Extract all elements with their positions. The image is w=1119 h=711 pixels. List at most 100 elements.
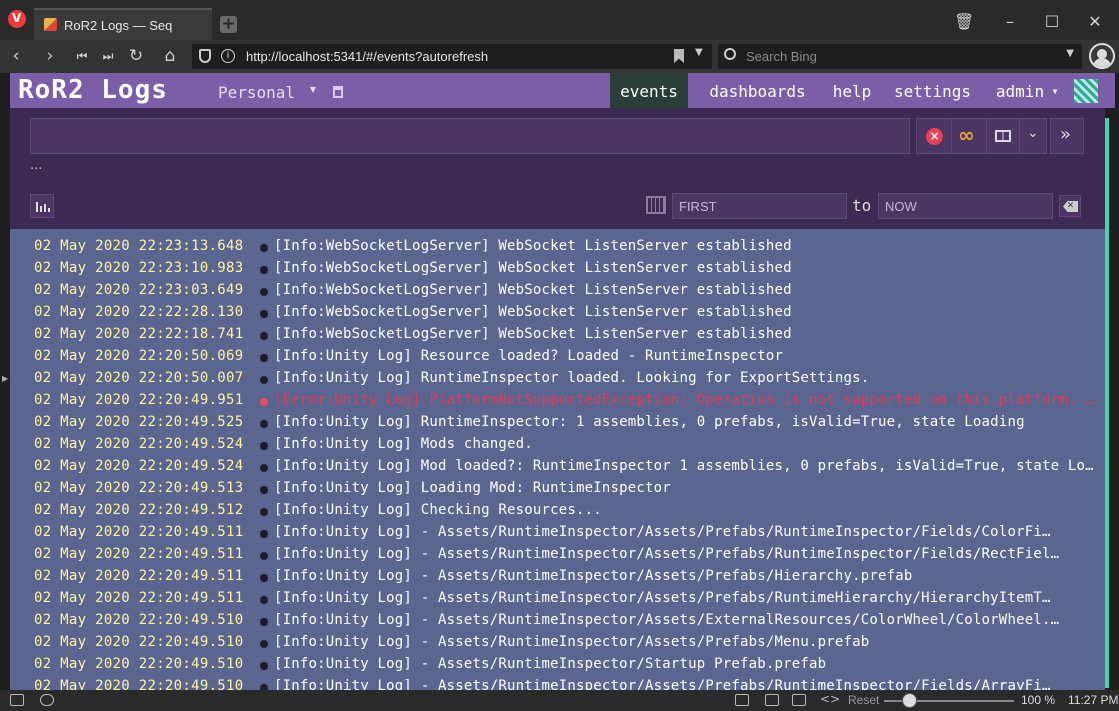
code-icon[interactable]: <> <box>820 692 840 706</box>
event-level-dot-icon <box>260 398 268 406</box>
search-placeholder: Search Bing <box>746 49 817 64</box>
url-field[interactable]: i http://localhost:5341/#/events?autoref… <box>192 44 712 69</box>
forward-button[interactable]: › <box>40 46 60 66</box>
calendar-icon[interactable] <box>646 196 666 214</box>
event-row[interactable]: 02 May 2020 22:20:49.510 [Info:Unity Log]… <box>10 652 1105 674</box>
reload-button[interactable]: ↻ <box>126 46 146 66</box>
pin-icon[interactable] <box>333 86 343 98</box>
clear-range-button[interactable]: ✕ <box>1059 195 1081 217</box>
event-row[interactable]: 02 May 2020 22:20:49.512 [Info:Unity Log]… <box>10 498 1105 520</box>
event-timestamp: 02 May 2020 22:23:10.983 <box>34 260 244 276</box>
chevron-down-icon[interactable]: ▾ <box>310 82 316 96</box>
close-icon: × <box>926 128 943 145</box>
event-level-dot-icon <box>260 662 268 670</box>
event-timestamp: 02 May 2020 22:20:49.524 <box>34 436 244 452</box>
user-avatar[interactable] <box>1074 79 1098 103</box>
event-message: [Info:Unity Log] Checking Resources... <box>274 502 602 518</box>
event-row[interactable]: 02 May 2020 22:20:49.510 [Info:Unity Log]… <box>10 674 1105 690</box>
event-timestamp: 02 May 2020 22:20:50.069 <box>34 348 244 364</box>
camera-icon[interactable] <box>735 694 749 706</box>
profile-avatar-icon[interactable] <box>1089 43 1115 69</box>
event-level-dot-icon <box>260 508 268 516</box>
chevron-down-icon[interactable]: ▼ <box>695 47 703 58</box>
scrollbar[interactable] <box>1105 118 1109 688</box>
event-level-dot-icon <box>260 574 268 582</box>
range-from-input[interactable] <box>672 193 847 219</box>
event-timestamp: 02 May 2020 22:20:49.511 <box>34 546 244 562</box>
nav-admin[interactable]: admin <box>990 73 1050 108</box>
event-message: [Info:Unity Log] - Assets/RuntimeInspect… <box>274 634 870 650</box>
back-button[interactable]: ‹ <box>6 46 26 66</box>
new-tab-button[interactable]: + <box>220 16 237 33</box>
close-window-button[interactable]: ✕ <box>1085 12 1105 32</box>
search-field[interactable]: Search Bing ▼ <box>718 44 1082 69</box>
event-row[interactable]: 02 May 2020 22:20:49.951 [Error:Unity Log… <box>10 388 1105 410</box>
event-row[interactable]: 02 May 2020 22:20:49.525 [Info:Unity Log]… <box>10 410 1105 432</box>
home-button[interactable]: ⌂ <box>160 46 180 66</box>
zoom-slider-handle[interactable] <box>902 693 917 708</box>
window-icon[interactable] <box>765 694 779 706</box>
ellipsis-text[interactable]: ... <box>30 158 42 173</box>
event-row[interactable]: 02 May 2020 22:20:50.069 [Info:Unity Log]… <box>10 344 1105 366</box>
event-row[interactable]: 02 May 2020 22:22:28.130 [Info:WebSocketL… <box>10 300 1105 322</box>
shield-icon[interactable] <box>199 49 211 63</box>
cloud-icon[interactable] <box>40 694 54 706</box>
event-row[interactable]: 02 May 2020 22:23:03.649 [Info:WebSocketL… <box>10 278 1105 300</box>
event-row[interactable]: 02 May 2020 22:20:50.007 [Info:Unity Log]… <box>10 366 1105 388</box>
event-message: [Info:Unity Log] - Assets/RuntimeInspect… <box>274 568 913 584</box>
workspace-selector[interactable]: Personal <box>218 83 295 102</box>
nav-events[interactable]: events <box>610 73 688 108</box>
layout-button[interactable] <box>986 118 1020 154</box>
vivaldi-menu-icon[interactable]: V <box>8 10 26 28</box>
event-row[interactable]: 02 May 2020 22:20:49.513 [Info:Unity Log]… <box>10 476 1105 498</box>
query-input[interactable] <box>30 118 910 154</box>
app-header: RoR2 Logs Personal ▾ events dashboards h… <box>10 73 1115 108</box>
event-row[interactable]: 02 May 2020 22:23:10.983 [Info:WebSocketL… <box>10 256 1105 278</box>
chevron-down-icon[interactable]: ▾ <box>1048 73 1062 108</box>
event-row[interactable]: 02 May 2020 22:20:49.524 [Info:Unity Log]… <box>10 454 1105 476</box>
event-timestamp: 02 May 2020 22:20:49.510 <box>34 656 244 672</box>
more-options-button[interactable]: ⌄ <box>1019 118 1047 154</box>
event-message: [Info:Unity Log] Mods changed. <box>274 436 533 452</box>
signal-link-button[interactable]: ∞ <box>951 118 987 154</box>
browser-tab[interactable]: RoR2 Logs — Seq <box>34 8 212 40</box>
event-row[interactable]: 02 May 2020 22:20:49.524 [Info:Unity Log]… <box>10 432 1105 454</box>
nav-dashboards[interactable]: dashboards <box>700 73 815 108</box>
url-text[interactable]: http://localhost:5341/#/events?autorefre… <box>246 49 488 64</box>
event-timestamp: 02 May 2020 22:20:49.512 <box>34 502 244 518</box>
event-level-dot-icon <box>260 420 268 428</box>
minimize-button[interactable]: – <box>1000 12 1020 32</box>
rewind-button[interactable]: ⏮ <box>72 46 92 66</box>
event-message: [Info:Unity Log] - Assets/RuntimeInspect… <box>274 612 1060 628</box>
side-panel-toggle-icon[interactable]: ▶ <box>2 374 8 383</box>
event-row[interactable]: 02 May 2020 22:20:49.510 [Info:Unity Log]… <box>10 608 1105 630</box>
app-title[interactable]: RoR2 Logs <box>18 75 168 105</box>
clear-query-button[interactable]: × <box>916 118 952 154</box>
event-row[interactable]: 02 May 2020 22:20:49.511 [Info:Unity Log]… <box>10 564 1105 586</box>
nav-settings[interactable]: settings <box>890 73 975 108</box>
event-row[interactable]: 02 May 2020 22:23:13.648 [Info:WebSocketL… <box>10 234 1105 256</box>
info-icon[interactable]: i <box>221 49 235 63</box>
event-row[interactable]: 02 May 2020 22:20:49.511 [Info:Unity Log]… <box>10 542 1105 564</box>
event-row[interactable]: 02 May 2020 22:20:49.510 [Info:Unity Log]… <box>10 630 1105 652</box>
range-to-input[interactable] <box>878 193 1053 219</box>
maximize-button[interactable]: ☐ <box>1042 12 1062 32</box>
chevron-down-icon: ⌄ <box>1027 125 1039 141</box>
event-row[interactable]: 02 May 2020 22:20:49.511 [Info:Unity Log]… <box>10 520 1105 542</box>
event-message: [Info:WebSocketLogServer] WebSocket List… <box>274 326 792 342</box>
event-level-dot-icon <box>260 486 268 494</box>
event-row[interactable]: 02 May 2020 22:22:18.741 [Info:WebSocketL… <box>10 322 1105 344</box>
image-icon[interactable] <box>792 694 806 706</box>
chevron-down-icon[interactable]: ▼ <box>1066 48 1074 59</box>
bookmark-icon[interactable] <box>674 49 684 63</box>
expand-button[interactable]: » <box>1050 118 1084 154</box>
nav-help[interactable]: help <box>828 73 876 108</box>
fast-forward-button[interactable]: ⏭ <box>98 46 118 66</box>
trash-icon[interactable]: 🗑 <box>954 12 974 32</box>
panel-toggle-icon[interactable] <box>10 694 24 706</box>
layout-icon <box>995 130 1011 142</box>
event-level-dot-icon <box>260 530 268 538</box>
event-row[interactable]: 02 May 2020 22:20:49.511 [Info:Unity Log]… <box>10 586 1105 608</box>
histogram-toggle-button[interactable] <box>30 194 54 218</box>
zoom-reset[interactable]: Reset <box>848 693 879 707</box>
